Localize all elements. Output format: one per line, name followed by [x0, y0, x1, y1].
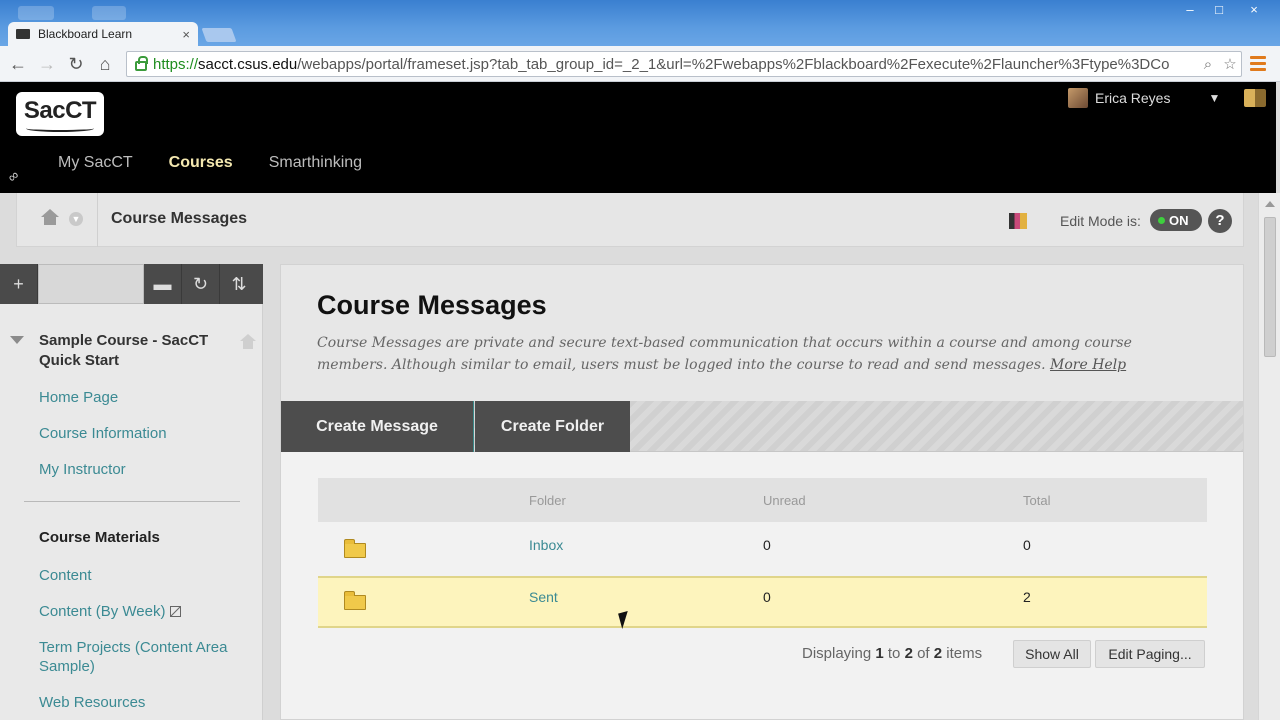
window-thumbnail-placeholder: [18, 6, 54, 20]
window-thumbnail-placeholder: [92, 6, 126, 20]
link-icon[interactable]: ∞: [4, 167, 22, 186]
browser-tab-active[interactable]: Blackboard Learn ×: [8, 22, 198, 46]
divider: [97, 193, 98, 247]
chevron-down-icon[interactable]: ▼: [69, 212, 83, 226]
show-all-button[interactable]: Show All: [1013, 640, 1091, 668]
blackboard-favicon-icon: [16, 29, 30, 39]
folder-link-sent[interactable]: Sent: [529, 589, 558, 605]
chevron-down-icon[interactable]: ▼: [1208, 91, 1220, 105]
menu-icon[interactable]: [1250, 56, 1266, 74]
column-header-total[interactable]: Total: [1023, 493, 1050, 508]
action-bar: Create Message Create Folder: [281, 401, 1243, 452]
total-count: 0: [1023, 537, 1031, 553]
menu-link-content-by-week[interactable]: Content (By Week): [39, 603, 165, 620]
page-description: Course Messages are private and secure t…: [317, 332, 1197, 376]
pagination-status: Displaying 1 to 2 of 2 items: [802, 645, 983, 662]
page-description-text: Course Messages are private and secure t…: [317, 335, 1132, 373]
menu-link-content[interactable]: Content: [39, 566, 92, 585]
folder-icon: [344, 539, 366, 558]
user-name[interactable]: Erica Reyes: [1095, 90, 1170, 106]
add-menu-item-button[interactable]: +: [0, 264, 38, 304]
breadcrumb: ▼ Course Messages Edit Mode is: ON ?: [16, 193, 1244, 247]
home-icon[interactable]: [41, 209, 59, 227]
folder-table: Folder Unread Total Inbox 0 0 Sent 0 2: [318, 478, 1207, 628]
logout-icon[interactable]: [1244, 89, 1266, 107]
browser-toolbar: ← → ↻ ⌂ https://sacct.csus.edu/webapps/p…: [0, 46, 1280, 82]
palette-icon[interactable]: [1009, 213, 1027, 229]
close-window-button[interactable]: ×: [1240, 2, 1268, 17]
hidden-from-students-icon: [170, 606, 182, 617]
minimize-button[interactable]: –: [1176, 2, 1204, 17]
refresh-icon[interactable]: ↻: [182, 264, 220, 304]
tab-smarthinking[interactable]: Smarthinking: [251, 154, 380, 172]
menu-heading-course-materials: Course Materials: [39, 529, 160, 546]
table-row-selected: Sent 0 2: [318, 576, 1207, 628]
address-bar[interactable]: https://sacct.csus.edu/webapps/portal/fr…: [126, 51, 1242, 77]
more-help-link[interactable]: More Help: [1050, 357, 1126, 373]
table-row: Inbox 0 0: [318, 522, 1207, 574]
browser-tab-title: Blackboard Learn: [38, 27, 133, 41]
create-folder-button[interactable]: Create Folder: [475, 401, 630, 452]
search-icon[interactable]: ⌕: [1197, 56, 1219, 73]
star-icon[interactable]: ☆: [1219, 55, 1241, 73]
total-count: 2: [1023, 589, 1031, 605]
course-menu-toolbar: + ▬ ↻ ⇅: [0, 264, 263, 304]
avatar: [1068, 88, 1088, 108]
menu-link-my-instructor[interactable]: My Instructor: [39, 460, 126, 479]
scroll-up-icon[interactable]: [1265, 201, 1275, 207]
folder-link-inbox[interactable]: Inbox: [529, 537, 563, 553]
reorder-icon[interactable]: ⇅: [220, 264, 258, 304]
edit-mode-state: ON: [1169, 212, 1189, 228]
page-title: Course Messages: [317, 290, 547, 320]
folder-view-icon[interactable]: ▬: [144, 264, 182, 304]
column-header-unread[interactable]: Unread: [763, 493, 806, 508]
scrollbar-thumb[interactable]: [1264, 217, 1276, 357]
menu-link-home-page[interactable]: Home Page: [39, 388, 118, 407]
main-content: Course Messages Course Messages are priv…: [280, 264, 1244, 720]
edit-mode-label: Edit Mode is:: [1060, 213, 1141, 229]
menu-link-course-information[interactable]: Course Information: [39, 424, 167, 443]
site-header: SacCT Erica Reyes ▼ ∞ My SacCT Courses S…: [0, 82, 1276, 193]
site-tabs: My SacCT Courses Smarthinking: [40, 154, 380, 172]
user-menu[interactable]: Erica Reyes ▼: [1068, 88, 1220, 108]
help-icon[interactable]: ?: [1208, 209, 1232, 233]
url-text[interactable]: https://sacct.csus.edu/webapps/portal/fr…: [153, 56, 1197, 73]
page-header: Course Messages Course Messages are priv…: [281, 265, 1243, 401]
tab-courses[interactable]: Courses: [151, 154, 251, 172]
menu-toolbar-spacer: [38, 264, 144, 304]
tab-close-icon[interactable]: ×: [182, 27, 190, 42]
page-scrollbar[interactable]: [1258, 193, 1280, 720]
course-home-icon[interactable]: [240, 334, 256, 350]
unread-count: 0: [763, 537, 771, 553]
new-tab-button[interactable]: [201, 28, 237, 42]
edit-mode-toggle[interactable]: ON: [1150, 209, 1202, 231]
status-dot-icon: [1158, 216, 1165, 224]
lock-icon: [135, 56, 148, 71]
menu-link-web-resources[interactable]: Web Resources: [39, 693, 145, 712]
unread-count: 0: [763, 589, 771, 605]
course-menu: Sample Course - SacCT Quick Start Home P…: [0, 304, 263, 720]
edit-paging-button[interactable]: Edit Paging...: [1095, 640, 1205, 668]
breadcrumb-current: Course Messages: [111, 210, 248, 227]
browser-titlebar: Blackboard Learn × – □ ×: [0, 0, 1280, 46]
table-header: Folder Unread Total: [318, 478, 1207, 522]
menu-item-content-by-week[interactable]: Content (By Week): [39, 602, 182, 621]
column-header-folder[interactable]: Folder: [529, 493, 566, 508]
folder-icon: [344, 591, 366, 610]
sacct-logo[interactable]: SacCT: [16, 92, 104, 136]
menu-divider: [24, 501, 240, 502]
course-title[interactable]: Sample Course - SacCT Quick Start: [39, 331, 229, 371]
forward-arrow-icon[interactable]: →: [35, 52, 59, 76]
back-arrow-icon[interactable]: ←: [6, 52, 30, 76]
reload-icon[interactable]: ↻: [64, 52, 88, 76]
collapse-caret-icon[interactable]: [10, 336, 24, 344]
menu-link-term-projects[interactable]: Term Projects (Content Area Sample): [39, 638, 249, 676]
home-icon[interactable]: ⌂: [93, 52, 117, 76]
maximize-button[interactable]: □: [1205, 2, 1233, 17]
create-message-button[interactable]: Create Message: [281, 401, 474, 452]
tab-my-sacct[interactable]: My SacCT: [40, 154, 151, 172]
